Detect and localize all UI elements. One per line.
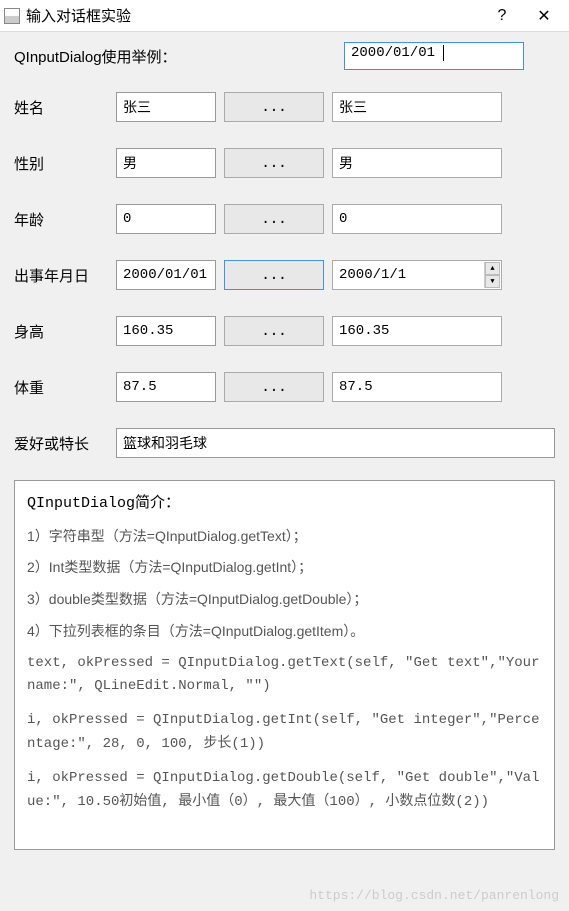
ellipsis-button[interactable]: ... <box>224 204 324 234</box>
hobby-input[interactable] <box>116 428 555 458</box>
info-panel[interactable]: QInputDialog简介： 1）字符串型（方法=QInputDialog.g… <box>14 480 555 850</box>
field-label: 姓名 <box>14 97 116 118</box>
field-input[interactable] <box>116 148 216 178</box>
info-line: 4）下拉列表框的条目（方法=QInputDialog.getItem）。 <box>27 620 542 644</box>
hobby-label: 爱好或特长 <box>14 433 116 454</box>
field-input[interactable] <box>116 316 216 346</box>
info-line: 1）字符串型（方法=QInputDialog.getText）； <box>27 525 542 549</box>
field-input[interactable] <box>116 92 216 122</box>
field-row: 体重... 87.5 <box>14 372 555 402</box>
field-output[interactable]: 张三 <box>332 92 502 122</box>
ellipsis-button[interactable]: ... <box>224 260 324 290</box>
field-label: 出事年月日 <box>14 265 116 286</box>
header-row: QInputDialog使用举例： 2000/01/01 <box>14 42 555 70</box>
field-output[interactable]: 男 <box>332 148 502 178</box>
field-input[interactable] <box>116 372 216 402</box>
hobby-row: 爱好或特长 <box>14 428 555 458</box>
field-label: 年龄 <box>14 209 116 230</box>
field-row: 出事年月日... 2000/1/1 ▲▼ <box>14 260 555 290</box>
info-code-block: i, okPressed = QInputDialog.getDouble(se… <box>27 767 542 815</box>
field-output-value: 0 <box>339 211 347 227</box>
help-button[interactable]: ? <box>481 1 523 31</box>
dialog-content: QInputDialog使用举例： 2000/01/01 姓名... 张三性别..… <box>0 32 569 860</box>
ellipsis-button[interactable]: ... <box>224 92 324 122</box>
ellipsis-button[interactable]: ... <box>224 372 324 402</box>
info-code-block: text, okPressed = QInputDialog.getText(s… <box>27 652 542 700</box>
ellipsis-button[interactable]: ... <box>224 148 324 178</box>
app-icon <box>4 8 20 24</box>
field-output[interactable]: 160.35 <box>332 316 502 346</box>
window-title: 输入对话框实验 <box>26 5 481 26</box>
field-output[interactable]: 0 <box>332 204 502 234</box>
header-active-input[interactable]: 2000/01/01 <box>344 42 524 70</box>
field-input[interactable] <box>116 260 216 290</box>
titlebar: 输入对话框实验 ? ✕ <box>0 0 569 32</box>
field-input[interactable] <box>116 204 216 234</box>
field-output-value: 2000/1/1 <box>339 267 406 283</box>
field-output-spinbox[interactable]: 2000/1/1 ▲▼ <box>332 260 502 290</box>
spin-down-icon[interactable]: ▼ <box>485 275 500 288</box>
watermark: https://blog.csdn.net/panrenlong <box>309 888 559 903</box>
header-active-value: 2000/01/01 <box>351 45 435 61</box>
info-line: 3）double类型数据（方法=QInputDialog.getDouble）； <box>27 588 542 612</box>
field-row: 性别... 男 <box>14 148 555 178</box>
info-title: QInputDialog简介： <box>27 491 542 517</box>
field-label: 身高 <box>14 321 116 342</box>
field-output-value: 160.35 <box>339 323 389 339</box>
info-code-block: i, okPressed = QInputDialog.getInt(self,… <box>27 709 542 757</box>
header-label: QInputDialog使用举例： <box>14 46 344 67</box>
text-cursor <box>435 45 444 61</box>
field-output-value: 张三 <box>339 97 367 117</box>
field-label: 体重 <box>14 377 116 398</box>
field-row: 姓名... 张三 <box>14 92 555 122</box>
spin-up-icon[interactable]: ▲ <box>485 262 500 275</box>
field-output[interactable]: 87.5 <box>332 372 502 402</box>
field-output-value: 男 <box>339 153 353 173</box>
field-output-value: 87.5 <box>339 379 373 395</box>
info-line: 2）Int类型数据（方法=QInputDialog.getInt）； <box>27 556 542 580</box>
spin-buttons: ▲▼ <box>484 262 500 288</box>
field-row: 身高... 160.35 <box>14 316 555 346</box>
field-label: 性别 <box>14 153 116 174</box>
close-button[interactable]: ✕ <box>523 1 565 31</box>
field-row: 年龄... 0 <box>14 204 555 234</box>
ellipsis-button[interactable]: ... <box>224 316 324 346</box>
